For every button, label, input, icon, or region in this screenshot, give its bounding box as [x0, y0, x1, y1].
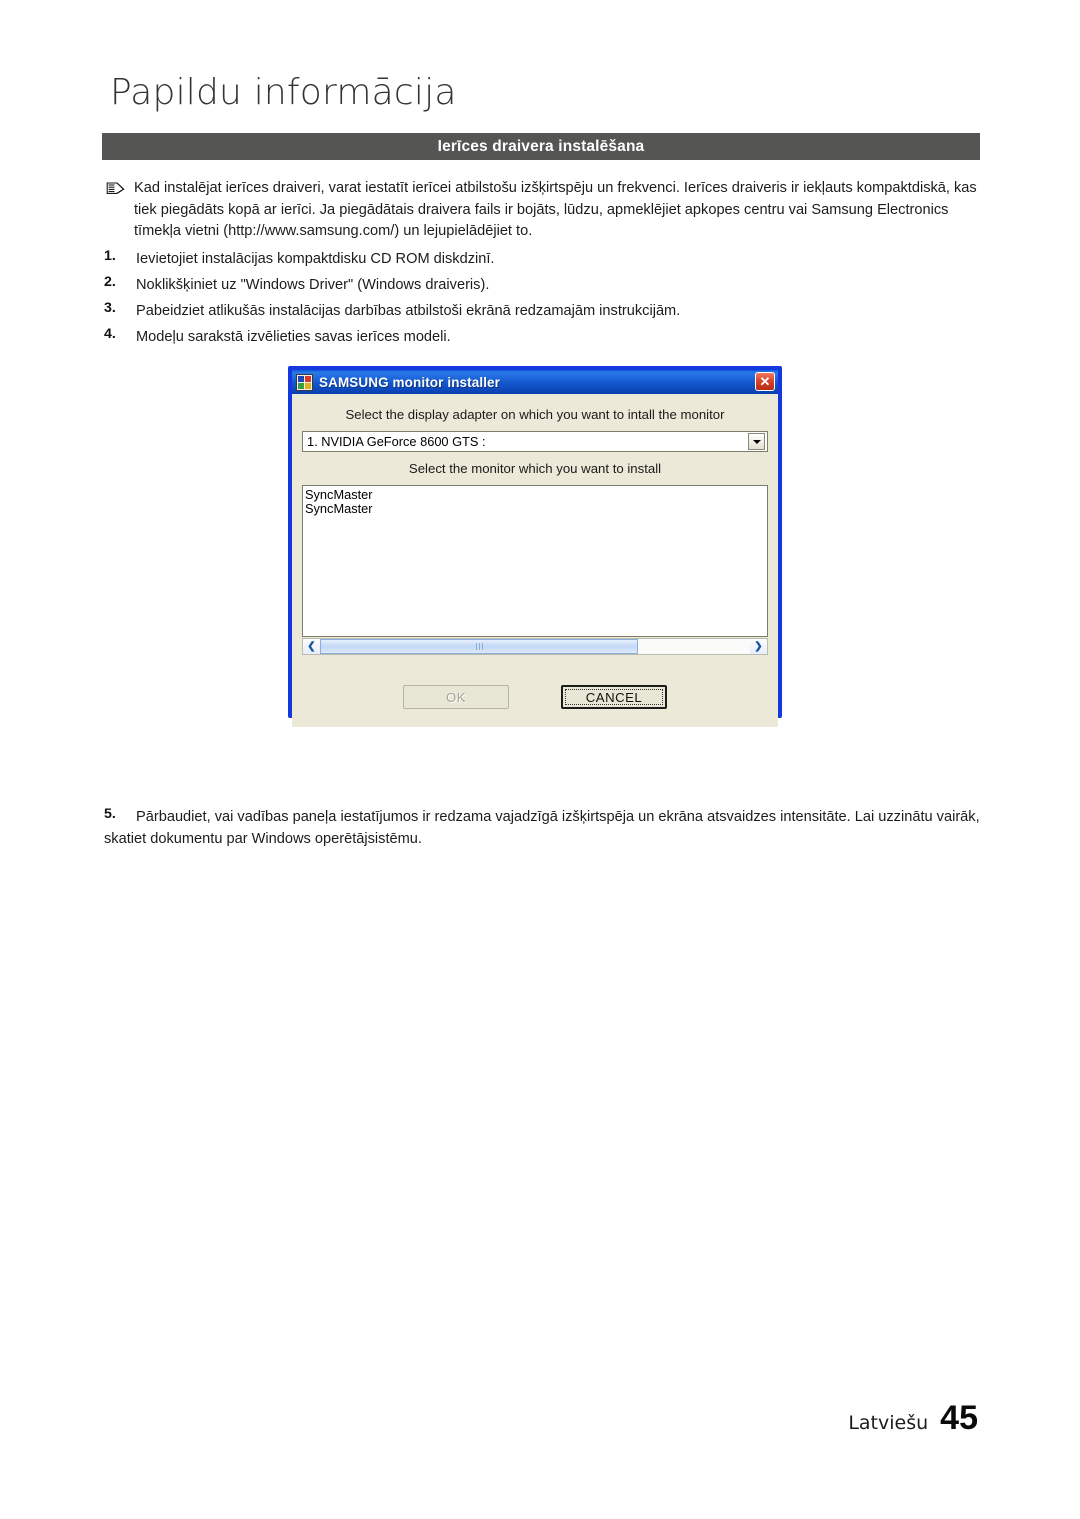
page-title: Papildu informācija [110, 72, 457, 113]
list-item[interactable]: SyncMaster [303, 488, 767, 502]
monitor-instruction-label: Select the monitor which you want to ins… [408, 461, 662, 476]
samsung-installer-icon [296, 373, 313, 391]
step-list-top: 1. Ievietojiet instalācijas kompaktdisku… [104, 248, 990, 352]
close-icon[interactable]: ✕ [755, 372, 775, 391]
ok-button[interactable]: OK [403, 685, 509, 709]
list-item: 3. Pabeidziet atlikušās instalācijas dar… [104, 300, 990, 324]
step-number: 1. [104, 248, 116, 264]
manual-page: Papildu informācija Ierīces draivera ins… [0, 0, 1080, 1519]
footer-language: Latviešu [848, 1412, 929, 1434]
section-banner-label: Ierīces draivera instalēšana [437, 137, 645, 155]
step-text: Modeļu sarakstā izvēlieties savas ierīce… [136, 329, 451, 345]
step-number: 5. [104, 806, 116, 822]
step-text: Ievietojiet instalācijas kompaktdisku CD… [136, 251, 495, 267]
step-number: 3. [104, 300, 116, 316]
scrollbar-track[interactable] [320, 639, 750, 654]
step-number: 4. [104, 326, 116, 342]
step-number: 2. [104, 274, 116, 290]
monitor-listbox[interactable]: SyncMaster SyncMaster [302, 485, 768, 637]
scroll-right-icon[interactable]: ❯ [750, 639, 767, 654]
step-text: Noklikšķiniet uz "Windows Driver" (Windo… [136, 277, 490, 293]
adapter-instruction-label: Select the display adapter on which you … [345, 407, 725, 422]
scrollbar-thumb[interactable] [320, 639, 639, 654]
note-text: Kad instalējat ierīces draiveri, varat i… [134, 180, 977, 239]
cancel-button[interactable]: CANCEL [561, 685, 667, 709]
display-adapter-value: 1. NVIDIA GeForce 8600 GTS : [307, 434, 486, 449]
samsung-monitor-installer-dialog: SAMSUNG monitor installer ✕ Select the d… [288, 366, 782, 727]
step-text: Pabeidziet atlikušās instalācijas darbīb… [136, 303, 681, 319]
section-banner: Ierīces draivera instalēšana [102, 133, 980, 160]
list-item: 1. Ievietojiet instalācijas kompaktdisku… [104, 248, 990, 272]
dialog-titlebar[interactable]: SAMSUNG monitor installer ✕ [292, 370, 778, 394]
list-item: 5. Pārbaudiet, vai vadības paneļa iestat… [104, 806, 994, 850]
pencil-note-icon [104, 180, 126, 198]
display-adapter-select[interactable]: 1. NVIDIA GeForce 8600 GTS : [302, 431, 768, 452]
step-list-bottom: 5. Pārbaudiet, vai vadības paneļa iestat… [104, 806, 994, 852]
dialog-button-row: OK CANCEL [292, 685, 778, 709]
horizontal-scrollbar[interactable]: ❮ ❯ [302, 638, 768, 655]
note-block: Kad instalējat ierīces draiveri, varat i… [104, 178, 990, 243]
dialog-body: Select the display adapter on which you … [292, 407, 778, 727]
list-item: 2. Noklikšķiniet uz "Windows Driver" (Wi… [104, 274, 990, 298]
list-item: 4. Modeļu sarakstā izvēlieties savas ier… [104, 326, 990, 350]
scrollbar-grip-icon [475, 643, 483, 650]
cancel-button-label: CANCEL [585, 689, 643, 705]
list-item[interactable]: SyncMaster [303, 502, 767, 516]
dialog-title: SAMSUNG monitor installer [319, 374, 501, 390]
chevron-down-icon[interactable] [748, 433, 765, 450]
scroll-left-icon[interactable]: ❮ [303, 639, 320, 654]
page-footer: Latviešu 45 [848, 1401, 978, 1435]
footer-page-number: 45 [940, 1399, 978, 1437]
step-text: Pārbaudiet, vai vadības paneļa iestatīju… [104, 809, 980, 847]
